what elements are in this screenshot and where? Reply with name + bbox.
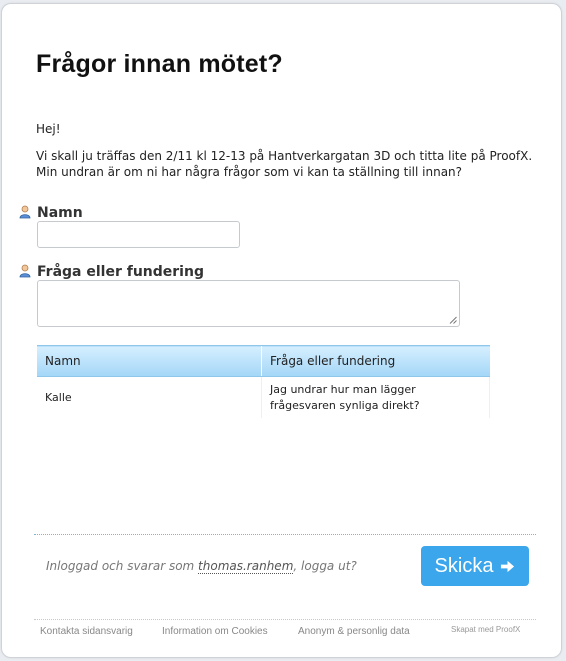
name-field-label: Namn bbox=[37, 205, 83, 221]
footer-link-cookies[interactable]: Information om Cookies bbox=[162, 626, 268, 637]
intro-text: Hej! Vi skall ju träffas den 2/11 kl 12-… bbox=[36, 121, 546, 191]
resize-grip-icon[interactable] bbox=[449, 316, 457, 324]
logout-link[interactable]: , logga ut? bbox=[293, 559, 356, 573]
intro-line-1: Vi skall ju träffas den 2/11 kl 12-13 på… bbox=[36, 149, 533, 163]
logged-in-status: Inloggad och svarar som thomas.ranhem, l… bbox=[46, 559, 357, 574]
answers-table: Namn Fråga eller fundering Kalle Jag und… bbox=[37, 345, 490, 418]
page-title: Frågor innan mötet? bbox=[36, 50, 283, 78]
intro-line-2: Min undran är om ni har några frågor som… bbox=[36, 165, 463, 179]
intro-paragraph: Vi skall ju träffas den 2/11 kl 12-13 på… bbox=[36, 148, 546, 180]
table-row: Kalle Jag undrar hur man lägger frågesva… bbox=[37, 376, 490, 418]
footer-divider bbox=[34, 619, 536, 620]
question-textarea[interactable] bbox=[37, 280, 460, 327]
logged-in-prefix: Inloggad och svarar som bbox=[46, 559, 199, 573]
submit-button[interactable]: Skicka bbox=[421, 546, 529, 586]
section-divider bbox=[34, 534, 536, 535]
submit-button-label: Skicka bbox=[434, 554, 494, 577]
name-input[interactable] bbox=[37, 221, 240, 248]
greeting-text: Hej! bbox=[36, 122, 61, 136]
form-card: Frågor innan mötet? Hej! Vi skall ju trä… bbox=[1, 3, 562, 658]
column-header-name: Namn bbox=[37, 345, 262, 377]
table-cell-question: Jag undrar hur man lägger frågesvaren sy… bbox=[261, 376, 490, 418]
user-icon bbox=[19, 264, 31, 278]
table-header-row: Namn Fråga eller fundering bbox=[37, 345, 490, 377]
question-field-label: Fråga eller fundering bbox=[37, 264, 204, 280]
footer-credit[interactable]: Skapat med ProofX bbox=[451, 625, 520, 634]
footer-link-contact[interactable]: Kontakta sidansvarig bbox=[40, 626, 133, 637]
username-link[interactable]: thomas.ranhem bbox=[198, 559, 294, 574]
arrow-right-icon bbox=[501, 560, 515, 572]
user-icon bbox=[19, 205, 31, 219]
column-header-question: Fråga eller fundering bbox=[261, 345, 490, 377]
table-cell-name: Kalle bbox=[37, 376, 262, 418]
footer-link-privacy[interactable]: Anonym & personlig data bbox=[298, 626, 410, 637]
